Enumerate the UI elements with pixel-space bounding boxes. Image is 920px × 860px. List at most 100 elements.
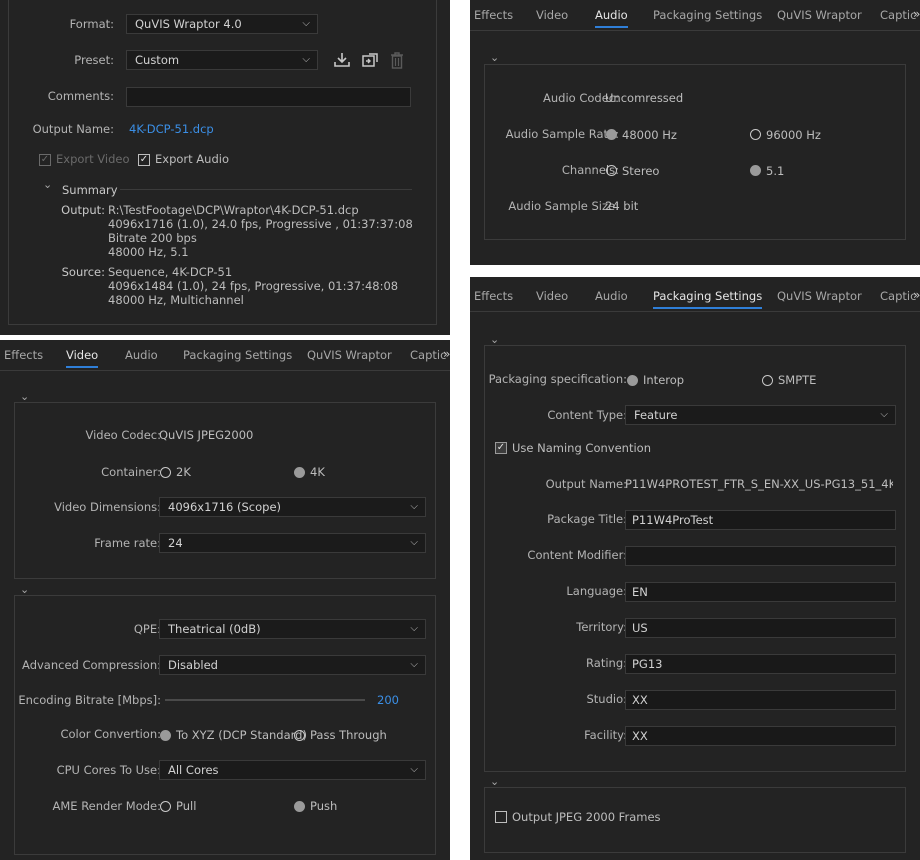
package-title-input[interactable]: P11W4ProTest bbox=[625, 510, 896, 530]
qpe-dropdown[interactable]: Theatrical (0dB) ⌵ bbox=[159, 619, 426, 639]
container-4k-radio[interactable] bbox=[294, 467, 305, 478]
tab-effects[interactable]: Effects bbox=[4, 348, 43, 362]
more-tabs-icon[interactable]: » bbox=[913, 288, 920, 302]
language-input[interactable]: EN bbox=[625, 582, 896, 602]
output-summary-line-3: Bitrate 200 bps bbox=[108, 231, 197, 245]
comments-input[interactable] bbox=[126, 87, 411, 107]
export-settings-panel: Format: QuVIS Wraptor 4.0 ⌵ Preset: Cust… bbox=[0, 0, 450, 335]
summary-collapse-icon[interactable]: ⌄ bbox=[43, 178, 52, 191]
ame-render-pull-radio[interactable] bbox=[160, 801, 171, 812]
tab-captions[interactable]: Captic bbox=[880, 289, 916, 303]
more-tabs-icon[interactable]: » bbox=[913, 7, 920, 21]
audio-collapse-icon[interactable]: ⌄ bbox=[490, 51, 499, 64]
cpu-cores-value: All Cores bbox=[168, 763, 219, 777]
color-conversion-pass-radio[interactable] bbox=[294, 730, 305, 741]
chevron-down-icon: ⌵ bbox=[410, 537, 418, 548]
packaging-spec-label: Packaging specification: bbox=[488, 372, 627, 386]
video-dimensions-dropdown[interactable]: 4096x1716 (Scope) ⌵ bbox=[159, 497, 426, 517]
video-codec-label: Video Codec: bbox=[85, 428, 161, 442]
ame-render-push-radio[interactable] bbox=[294, 801, 305, 812]
tab-audio[interactable]: Audio bbox=[595, 289, 628, 303]
color-conversion-xyz-label: To XYZ (DCP Standard) bbox=[176, 728, 307, 742]
territory-label: Territory: bbox=[576, 620, 627, 634]
cpu-cores-dropdown[interactable]: All Cores ⌵ bbox=[159, 760, 426, 780]
preset-value: Custom bbox=[135, 53, 180, 67]
channels-51-label: 5.1 bbox=[766, 164, 785, 178]
encoding-bitrate-value[interactable]: 200 bbox=[377, 693, 399, 707]
tab-packaging-settings[interactable]: Packaging Settings bbox=[653, 289, 763, 309]
output-name-link[interactable]: 4K-DCP-51.dcp bbox=[129, 122, 214, 136]
facility-input[interactable]: XX bbox=[625, 726, 896, 746]
output-summary-line-2: 4096x1716 (1.0), 24.0 fps, Progressive ,… bbox=[108, 217, 413, 231]
chevron-down-icon: ⌵ bbox=[880, 409, 888, 420]
color-conversion-pass-label: Pass Through bbox=[310, 728, 387, 742]
naming-convention-checkbox[interactable]: ✓ bbox=[495, 442, 507, 454]
more-tabs-icon[interactable]: » bbox=[443, 347, 450, 361]
tab-captions[interactable]: Captic bbox=[410, 348, 446, 362]
sample-rate-96k-radio[interactable] bbox=[750, 129, 761, 140]
tab-audio[interactable]: Audio bbox=[595, 8, 628, 28]
tab-bar: Effects Video Audio Packaging Settings Q… bbox=[470, 281, 920, 312]
language-label: Language: bbox=[566, 584, 627, 598]
delete-preset-icon[interactable] bbox=[389, 52, 405, 69]
channels-stereo-radio[interactable] bbox=[606, 165, 617, 176]
container-2k-label: 2K bbox=[176, 465, 191, 479]
check-icon: ✓ bbox=[139, 154, 149, 165]
video-codec-value: QuVIS JPEG2000 bbox=[159, 428, 254, 442]
territory-input[interactable]: US bbox=[625, 618, 896, 638]
tab-bar: Effects Video Audio Packaging Settings Q… bbox=[470, 0, 920, 31]
advanced-compression-value: Disabled bbox=[168, 658, 218, 672]
audio-settings-panel: Effects Video Audio Packaging Settings Q… bbox=[470, 0, 920, 265]
advanced-compression-dropdown[interactable]: Disabled ⌵ bbox=[159, 655, 426, 675]
color-conversion-xyz-radio[interactable] bbox=[160, 730, 171, 741]
ame-render-push-label: Push bbox=[310, 799, 338, 813]
check-icon: ✓ bbox=[496, 442, 506, 453]
encoding-bitrate-slider[interactable] bbox=[165, 699, 365, 701]
content-modifier-input[interactable] bbox=[625, 546, 896, 566]
sample-size-value: 24 bit bbox=[605, 199, 639, 213]
summary-divider bbox=[120, 189, 412, 190]
content-type-dropdown[interactable]: Feature ⌵ bbox=[625, 405, 896, 425]
jpeg-frames-checkbox[interactable] bbox=[495, 811, 507, 823]
tab-video[interactable]: Video bbox=[536, 8, 568, 22]
color-conversion-label: Color Convertion: bbox=[60, 727, 161, 741]
container-label: Container: bbox=[101, 465, 161, 479]
source-summary-label: Source: bbox=[61, 265, 105, 279]
jpeg-frames-group: Output JPEG 2000 Frames bbox=[484, 787, 906, 853]
export-audio-checkbox[interactable]: ✓ bbox=[138, 154, 150, 166]
tab-video[interactable]: Video bbox=[536, 289, 568, 303]
spec-interop-radio[interactable] bbox=[627, 375, 638, 386]
container-2k-radio[interactable] bbox=[160, 467, 171, 478]
spec-smpte-radio[interactable] bbox=[762, 375, 773, 386]
channels-51-radio[interactable] bbox=[750, 165, 761, 176]
sample-rate-48k-radio[interactable] bbox=[606, 129, 617, 140]
tab-quvis-wraptor[interactable]: QuVIS Wraptor bbox=[777, 8, 862, 22]
import-preset-icon[interactable] bbox=[333, 52, 351, 68]
tab-packaging-settings[interactable]: Packaging Settings bbox=[653, 8, 762, 22]
export-video-checkbox[interactable]: ✓ bbox=[39, 154, 51, 166]
ame-render-pull-label: Pull bbox=[176, 799, 197, 813]
tab-captions[interactable]: Captic bbox=[880, 8, 916, 22]
video-dimensions-label: Video Dimensions: bbox=[54, 500, 161, 514]
tab-effects[interactable]: Effects bbox=[474, 8, 513, 22]
studio-input[interactable]: XX bbox=[625, 690, 896, 710]
save-preset-icon[interactable] bbox=[361, 52, 379, 68]
format-dropdown[interactable]: QuVIS Wraptor 4.0 ⌵ bbox=[126, 14, 318, 34]
chevron-down-icon: ⌵ bbox=[302, 18, 310, 29]
chevron-down-icon: ⌵ bbox=[302, 54, 310, 65]
tab-audio[interactable]: Audio bbox=[125, 348, 158, 362]
tab-effects[interactable]: Effects bbox=[474, 289, 513, 303]
tab-packaging-settings[interactable]: Packaging Settings bbox=[183, 348, 292, 362]
packaging-group: Packaging specification: Interop SMPTE C… bbox=[484, 345, 906, 772]
sample-size-label: Audio Sample Size: bbox=[508, 199, 619, 213]
package-title-label: Package Title: bbox=[547, 512, 627, 526]
preset-dropdown[interactable]: Custom ⌵ bbox=[126, 50, 318, 70]
video-basic-group: Video Codec: QuVIS JPEG2000 Container: 2… bbox=[14, 402, 436, 579]
sample-rate-label: Audio Sample Rate: bbox=[505, 127, 619, 141]
tab-quvis-wraptor[interactable]: QuVIS Wraptor bbox=[307, 348, 392, 362]
tab-quvis-wraptor[interactable]: QuVIS Wraptor bbox=[777, 289, 862, 303]
frame-rate-label: Frame rate: bbox=[94, 536, 161, 550]
rating-input[interactable]: PG13 bbox=[625, 654, 896, 674]
tab-video[interactable]: Video bbox=[66, 348, 99, 368]
frame-rate-dropdown[interactable]: 24 ⌵ bbox=[159, 533, 426, 553]
